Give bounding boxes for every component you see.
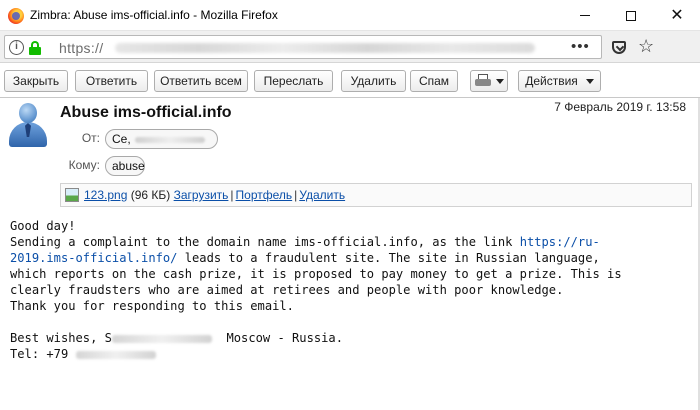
close-window-button[interactable]: ✕ [654,0,700,31]
minimize-button[interactable] [562,0,608,31]
close-button[interactable]: Закрыть [4,70,68,92]
url-text[interactable]: https:// [59,40,103,56]
url-redacted [115,43,535,53]
attachment-download-link[interactable]: Загрузить [174,188,229,202]
maximize-icon [626,10,636,21]
page-actions-menu-button[interactable]: ••• [571,38,590,55]
delete-button[interactable]: Удалить [341,70,406,92]
from-address-redacted [134,136,205,143]
reply-all-button[interactable]: Ответить всем [154,70,248,92]
message-body: Good day! Sending a complaint to the dom… [10,218,694,362]
image-file-icon [65,188,79,202]
body-line: Thank you for responding to this email. [10,299,294,313]
attachment-item: 123.png (96 КБ) Загрузить | Портфель | Удали… [84,188,345,202]
attachment-bar: 123.png (96 КБ) Загрузить | Портфель | Удали… [60,183,692,207]
to-address-text: abuse [112,159,145,173]
attachment-briefcase-link[interactable]: Портфель [236,188,293,202]
attachment-size: (96 КБ) [130,188,171,202]
separator: | [230,188,234,202]
firefox-logo-icon [8,8,24,24]
redacted-text [75,350,156,359]
actions-label: Действия [525,74,578,88]
redacted-text [111,334,212,343]
body-line: which reports on the cash prize, it is p… [10,267,622,281]
body-link[interactable]: 2019.ims-official.info/ [10,251,177,265]
maximize-button[interactable] [608,0,654,31]
url-bar[interactable]: i https:// ••• [4,35,602,59]
body-line: Tel: +79 [10,347,69,361]
body-line: Best wishes, S [10,331,112,345]
message-subject: Abuse ims-official.info [60,104,232,121]
minimize-icon [580,15,590,16]
print-button[interactable] [470,70,508,92]
body-line: clearly fraudsters who are aimed at reti… [10,283,564,297]
from-address-text: Се, [112,132,131,146]
body-line: Moscow - Russia. [226,331,344,345]
message-date: 7 Февраль 2019 г. 13:58 [554,100,686,114]
bookmark-star-icon[interactable]: ☆ [638,37,654,55]
body-line: Good day! [10,219,76,233]
window-title: Zimbra: Abuse ims-official.info - Mozill… [30,8,278,22]
spam-button[interactable]: Спам [410,70,458,92]
close-icon: ✕ [670,6,684,24]
body-link[interactable]: https://ru- [520,235,600,249]
window-title-bar: Zimbra: Abuse ims-official.info - Mozill… [0,0,700,31]
printer-icon [474,74,491,88]
to-address-bubble[interactable]: abuse [105,156,145,176]
from-address-bubble[interactable]: Се, [105,129,218,149]
info-icon[interactable]: i [9,40,24,55]
actions-menu-button[interactable]: Действия [518,70,601,92]
reply-button[interactable]: Ответить [75,70,148,92]
attachment-filename-link[interactable]: 123.png [84,188,127,202]
attachment-delete-link[interactable]: Удалить [299,188,345,202]
sender-avatar [8,103,48,147]
lock-icon[interactable] [29,41,41,55]
chevron-down-icon [495,78,504,84]
to-label: Кому: [68,158,100,172]
navigation-bar: i https:// ••• ☆ [0,31,700,63]
chevron-down-icon [585,78,594,84]
body-line: Sending a complaint to the domain name i… [10,235,520,249]
pocket-icon[interactable] [612,41,626,54]
separator: | [294,188,298,202]
message-toolbar: Закрыть Ответить Ответить всем Переслать… [0,64,700,98]
from-label: От: [81,131,100,145]
body-line: leads to a fraudulent site. The site in … [177,251,600,265]
forward-button[interactable]: Переслать [254,70,333,92]
